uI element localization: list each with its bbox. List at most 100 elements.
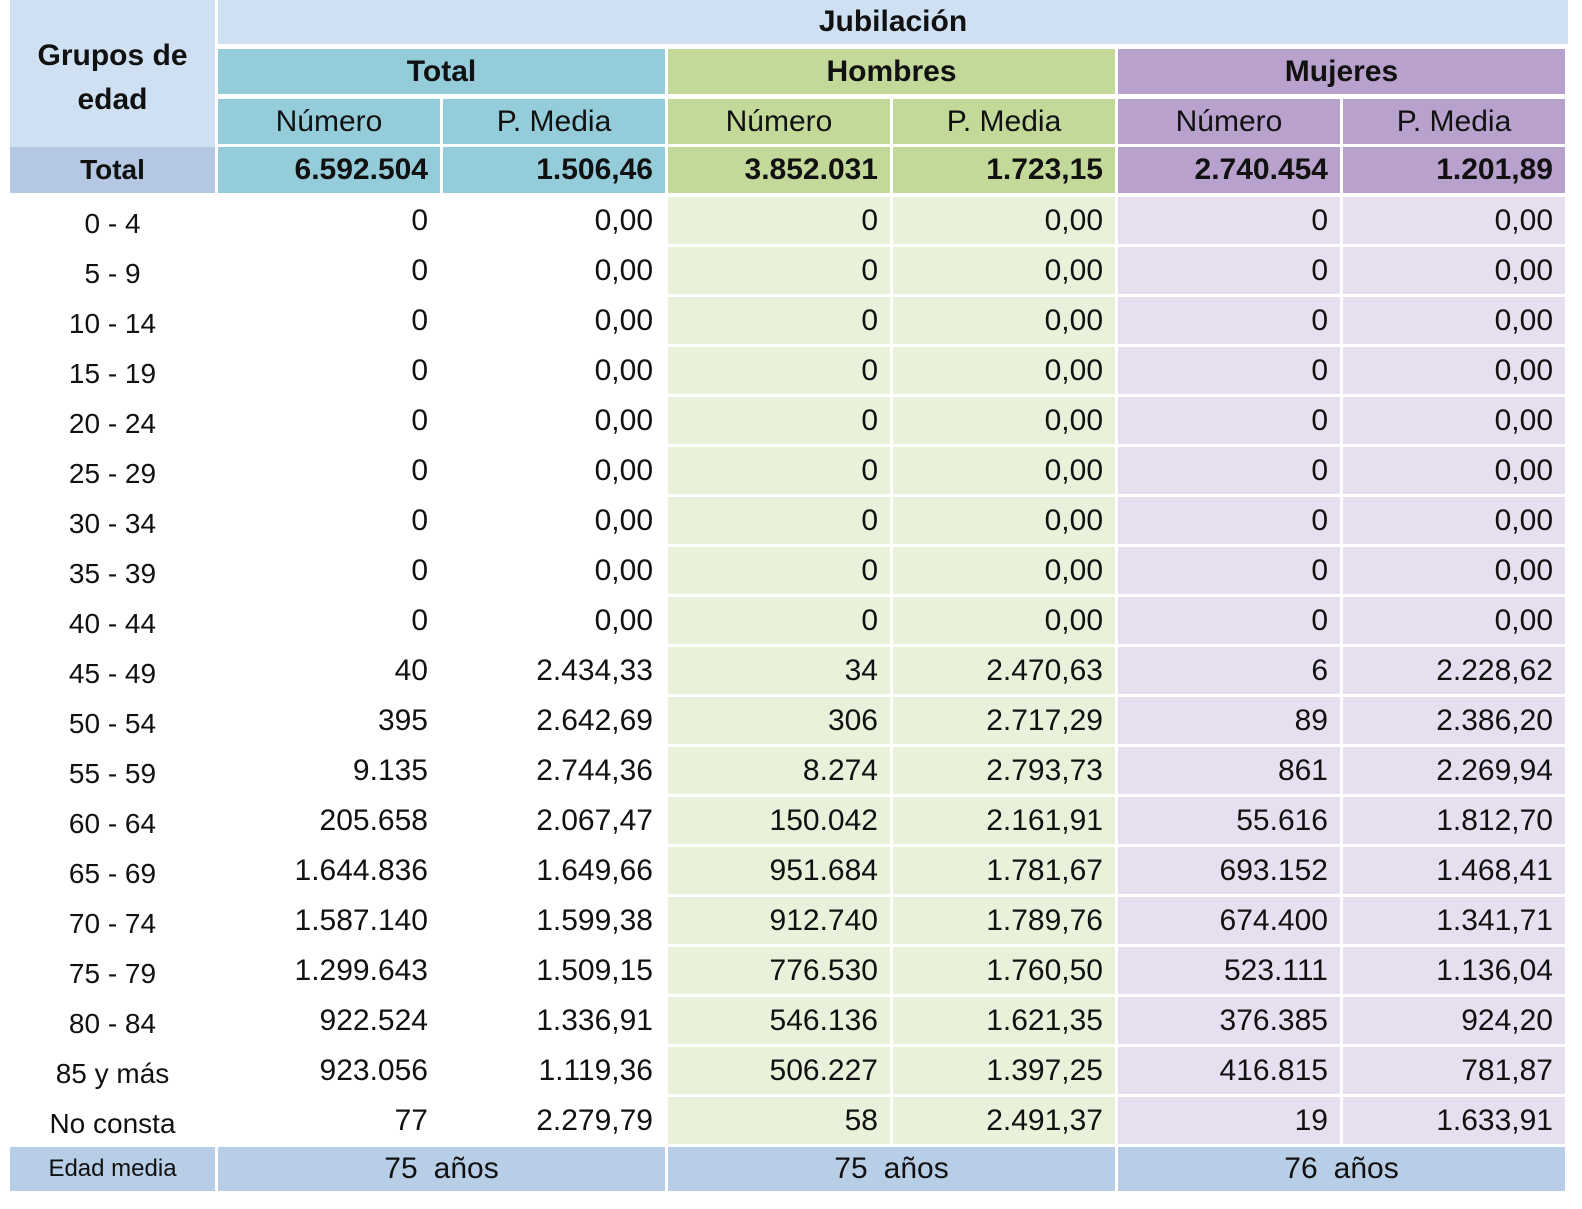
mujeres-numero-cell: 0: [1118, 547, 1343, 597]
mujeres-numero-cell: 0: [1118, 397, 1343, 447]
mujeres-pmedia-cell: 2.228,62: [1343, 647, 1568, 697]
mujeres-average-age: 76 años: [1118, 1147, 1568, 1191]
total-pmedia-cell: 1.599,38: [443, 897, 668, 947]
total-numero-cell: 0: [218, 597, 443, 647]
pension-table: Grupos de edad Jubilación Total Hombres …: [10, 0, 1568, 1191]
hombres-pmedia-cell: 1.781,67: [893, 847, 1118, 897]
hombres-pmedia-cell: 0,00: [893, 247, 1118, 297]
total-pmedia-cell: 2.642,69: [443, 697, 668, 747]
mujeres-pmedia-cell: 924,20: [1343, 997, 1568, 1047]
mujeres-numero-cell: 523.111: [1118, 947, 1343, 997]
total-numero-cell: 77: [218, 1097, 443, 1147]
table-row: 45 - 49 40 2.434,33 34 2.470,63 6 2.228,62: [10, 647, 1568, 697]
age-group-cell: 60 - 64: [10, 797, 218, 847]
total-pmedia-cell: 2.434,33: [443, 647, 668, 697]
total-pmedia-cell: 1.119,36: [443, 1047, 668, 1097]
total-pmedia-cell: 0,00: [443, 297, 668, 347]
table-row: 15 - 19 0 0,00 0 0,00 0 0,00: [10, 347, 1568, 397]
total-numero-cell: 0: [218, 547, 443, 597]
mujeres-numero-cell: 0: [1118, 497, 1343, 547]
mujeres-pmedia-cell: 1.633,91: [1343, 1097, 1568, 1147]
table-row: 40 - 44 0 0,00 0 0,00 0 0,00: [10, 597, 1568, 647]
age-group-cell: 75 - 79: [10, 947, 218, 997]
hombres-numero-cell: 0: [668, 197, 893, 247]
total-numero-cell: 0: [218, 197, 443, 247]
table-row: 50 - 54 395 2.642,69 306 2.717,29 89 2.386,20: [10, 697, 1568, 747]
mujeres-numero-cell: 693.152: [1118, 847, 1343, 897]
mujeres-numero-cell: 0: [1118, 347, 1343, 397]
mujeres-pmedia-cell: 0,00: [1343, 547, 1568, 597]
total-numero-cell: 9.135: [218, 747, 443, 797]
total-numero-cell: 0: [218, 447, 443, 497]
age-group-cell: 50 - 54: [10, 697, 218, 747]
hombres-pmedia-cell: 2.161,91: [893, 797, 1118, 847]
mujeres-numero-cell: 674.400: [1118, 897, 1343, 947]
mujeres-pmedia-cell: 0,00: [1343, 447, 1568, 497]
total-numero-cell: 0: [218, 497, 443, 547]
hombres-numero-cell: 8.274: [668, 747, 893, 797]
numero-header: Número: [218, 99, 443, 147]
hombres-pmedia-cell: 1.397,25: [893, 1047, 1118, 1097]
total-numero-cell: 40: [218, 647, 443, 697]
hombres-numero-cell: 58: [668, 1097, 893, 1147]
total-numero-cell: 1.299.643: [218, 947, 443, 997]
total-pmedia-cell: 1.649,66: [443, 847, 668, 897]
hombres-pmedia-cell: 0,00: [893, 547, 1118, 597]
hombres-numero-cell: 546.136: [668, 997, 893, 1047]
mujeres-group-header: Mujeres: [1118, 49, 1568, 99]
total-numero-cell: 395: [218, 697, 443, 747]
age-group-cell: 0 - 4: [10, 197, 218, 247]
table-row: 5 - 9 0 0,00 0 0,00 0 0,00: [10, 247, 1568, 297]
age-group-cell: 30 - 34: [10, 497, 218, 547]
hombres-numero-cell: 34: [668, 647, 893, 697]
mujeres-numero-cell: 0: [1118, 597, 1343, 647]
mujeres-numero-cell: 55.616: [1118, 797, 1343, 847]
mujeres-numero-cell: 0: [1118, 247, 1343, 297]
mujeres-numero-cell: 376.385: [1118, 997, 1343, 1047]
mujeres-pmedia-cell: 1.201,89: [1343, 147, 1568, 197]
total-pmedia-cell: 0,00: [443, 597, 668, 647]
total-pmedia-cell: 1.336,91: [443, 997, 668, 1047]
hombres-numero-cell: 0: [668, 597, 893, 647]
total-numero-cell: 1.587.140: [218, 897, 443, 947]
mujeres-pmedia-cell: 781,87: [1343, 1047, 1568, 1097]
hombres-numero-cell: 912.740: [668, 897, 893, 947]
mujeres-pmedia-cell: 0,00: [1343, 397, 1568, 447]
total-pmedia-cell: 1.509,15: [443, 947, 668, 997]
mujeres-pmedia-cell: 1.812,70: [1343, 797, 1568, 847]
pmedia-header: P. Media: [443, 99, 668, 147]
mujeres-pmedia-cell: 1.136,04: [1343, 947, 1568, 997]
average-age-value: 76: [1284, 1152, 1318, 1185]
pmedia-header: P. Media: [893, 99, 1118, 147]
hombres-pmedia-cell: 1.789,76: [893, 897, 1118, 947]
average-age-row: Edad media 75 años 75 años 76 años: [10, 1147, 1568, 1191]
total-numero-cell: 0: [218, 297, 443, 347]
hombres-pmedia-cell: 1.760,50: [893, 947, 1118, 997]
hombres-numero-cell: 3.852.031: [668, 147, 893, 197]
age-group-cell: 10 - 14: [10, 297, 218, 347]
total-numero-cell: 6.592.504: [218, 147, 443, 197]
mujeres-numero-cell: 19: [1118, 1097, 1343, 1147]
hombres-average-age: 75 años: [668, 1147, 1118, 1191]
total-numero-cell: 0: [218, 347, 443, 397]
hombres-pmedia-cell: 0,00: [893, 497, 1118, 547]
hombres-pmedia-cell: 0,00: [893, 447, 1118, 497]
hombres-numero-cell: 0: [668, 547, 893, 597]
hombres-numero-cell: 306: [668, 697, 893, 747]
age-group-cell: 80 - 84: [10, 997, 218, 1047]
table-row: 10 - 14 0 0,00 0 0,00 0 0,00: [10, 297, 1568, 347]
mujeres-numero-cell: 416.815: [1118, 1047, 1343, 1097]
total-pmedia-cell: 0,00: [443, 247, 668, 297]
hombres-numero-cell: 0: [668, 297, 893, 347]
age-group-cell: No consta: [10, 1097, 218, 1147]
age-group-cell: 25 - 29: [10, 447, 218, 497]
age-group-cell: 20 - 24: [10, 397, 218, 447]
hombres-numero-cell: 776.530: [668, 947, 893, 997]
total-pmedia-cell: 0,00: [443, 397, 668, 447]
mujeres-numero-cell: 861: [1118, 747, 1343, 797]
hombres-pmedia-cell: 0,00: [893, 297, 1118, 347]
total-average-age: 75 años: [218, 1147, 668, 1191]
table-row: 85 y más 923.056 1.119,36 506.227 1.397,25 41…: [10, 1047, 1568, 1097]
mujeres-pmedia-cell: 2.269,94: [1343, 747, 1568, 797]
table-row: 25 - 29 0 0,00 0 0,00 0 0,00: [10, 447, 1568, 497]
